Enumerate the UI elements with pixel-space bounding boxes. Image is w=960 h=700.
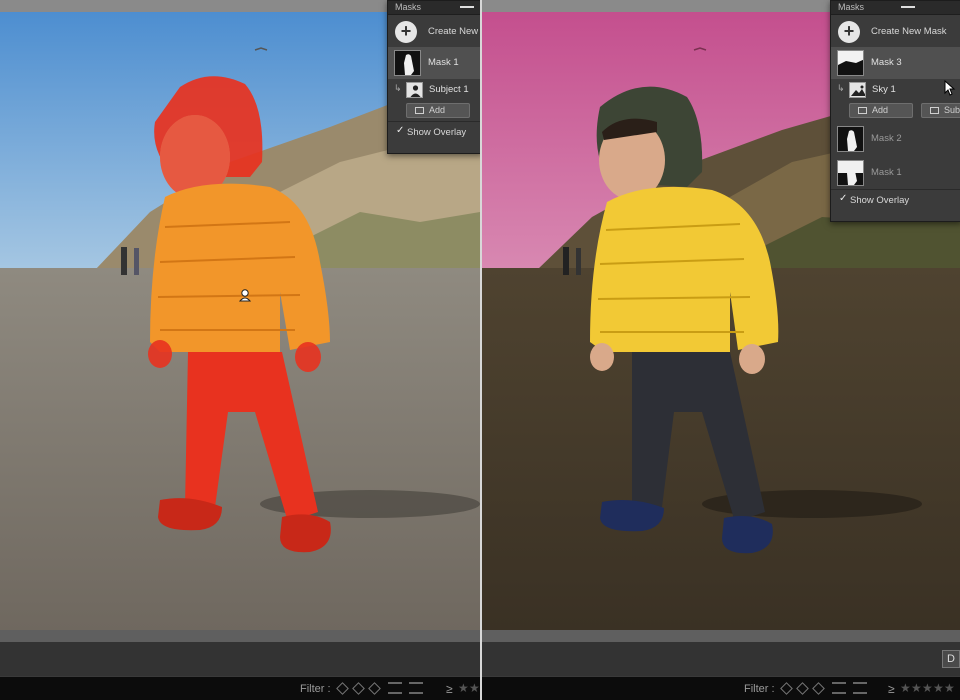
subject-silhouette-thumbnail [394,50,421,76]
mask-name-label: Mask 1 [428,57,459,68]
star-icon[interactable]: ★ [900,681,911,695]
subtract-button-label: Subt [944,105,960,115]
link-arrow-icon: ↳ [394,83,402,93]
checkmark-icon[interactable]: ✓ [396,125,404,136]
checkmark-icon[interactable]: ✓ [839,193,847,204]
mask-action-buttons: Add [388,101,480,121]
star-icon[interactable]: ★ [944,681,955,695]
subject-mask-thumbnail [837,160,864,186]
flag-filter-icon[interactable] [796,681,809,695]
mask-name-label: Mask 1 [871,167,902,178]
flag-filter-icons[interactable] [780,681,867,695]
subtract-button[interactable]: Subt [921,103,960,118]
component-item-sky-1[interactable]: ↳ Sky 1 [831,79,960,101]
component-item-subject-1[interactable]: ↳ Subject 1 [388,79,480,101]
show-overlay-toggle[interactable]: ✓ Show Overlay [831,189,960,209]
flag-filter-icon[interactable] [336,681,349,695]
plus-circle-icon[interactable]: + [838,21,860,43]
brush-icon [415,107,424,114]
masks-panel-title: Masks [395,2,422,12]
mask-item-mask-1[interactable]: Mask 1 [388,47,480,79]
filter-label: Filter : [300,683,331,695]
filter-label: Filter : [744,683,775,695]
rating-operator[interactable]: ≥ [888,682,895,696]
person-icon [406,82,423,98]
component-name-label: Sky 1 [872,84,896,95]
rating-operator[interactable]: ≥ [446,682,453,696]
flag-filter-icon[interactable] [368,681,381,695]
masks-panel-header: Masks [831,1,960,15]
mask-item-mask-3[interactable]: Mask 3 [831,47,960,79]
masks-panel-header: Masks [388,1,480,15]
masks-panel-right: Masks + Create New Mask Mask 3 ↳ Sky 1 A… [830,0,960,222]
flag-filter-icon[interactable] [780,681,793,695]
mask-pin-icon[interactable] [238,288,252,302]
create-new-mask-label: Create New Mask [871,26,947,37]
mask-name-label: Mask 2 [871,133,902,144]
flag-filter-icons[interactable] [336,681,423,695]
add-button[interactable]: Add [406,103,470,118]
canvas-bottom-edge [482,630,960,642]
masks-panel-title: Masks [838,2,865,12]
filmstrip-filter-bar: Filter : ≥ ★ ★ [0,676,480,700]
edit-filter-icon[interactable] [832,682,846,694]
create-new-mask-button[interactable]: + Create New Mask [388,15,480,47]
component-name-label: Subject 1 [429,84,469,95]
edit-filter-icon[interactable] [388,682,402,694]
brush-icon [858,107,867,114]
create-new-mask-label: Create New Mask [428,26,480,37]
mask-item-mask-2[interactable]: Mask 2 [831,123,960,155]
star-icon[interactable]: ★ [933,681,944,695]
subject-mask-thumbnail [837,126,864,152]
star-icon[interactable]: ★ [922,681,933,695]
add-button[interactable]: Add [849,103,913,118]
star-icon[interactable]: ★ [458,681,469,695]
toolbar-area [0,642,480,676]
masks-panel-left: Masks + Create New Mask Mask 1 ↳ Subject… [387,0,480,154]
brush-icon [930,107,939,114]
toolbar-area [482,642,960,676]
edit-filter-icon[interactable] [409,682,423,694]
plus-circle-icon[interactable]: + [395,21,417,43]
mask-action-buttons: Add Subt [831,101,960,121]
canvas-bottom-edge [0,630,480,642]
star-icon[interactable]: ★ [911,681,922,695]
mask-item-mask-1[interactable]: Mask 1 [831,157,960,189]
mouse-cursor-icon [944,79,956,96]
flag-filter-icon[interactable] [812,681,825,695]
show-overlay-label: Show Overlay [407,127,467,138]
add-button-label: Add [872,105,889,115]
d-button[interactable]: D [942,650,960,668]
left-editor-pane: Masks + Create New Mask Mask 1 ↳ Subject… [0,0,480,700]
mask-name-label: Mask 3 [871,57,902,68]
flag-filter-icon[interactable] [352,681,365,695]
show-overlay-toggle[interactable]: ✓ Show Overlay [388,121,480,141]
sky-mask-thumbnail [837,50,864,76]
minimize-icon[interactable] [901,6,915,8]
landscape-icon [849,82,866,98]
minimize-icon[interactable] [460,6,474,8]
star-icon[interactable]: ★ [469,681,480,695]
link-arrow-icon: ↳ [837,83,845,93]
filmstrip-filter-bar: Filter : ≥ ★ ★ ★ ★ ★ [482,676,960,700]
add-button-label: Add [429,105,446,115]
edit-filter-icon[interactable] [853,682,867,694]
right-editor-pane: Masks + Create New Mask Mask 3 ↳ Sky 1 A… [482,0,960,700]
create-new-mask-button[interactable]: + Create New Mask [831,15,960,47]
show-overlay-label: Show Overlay [850,195,910,206]
